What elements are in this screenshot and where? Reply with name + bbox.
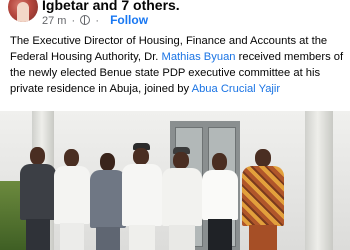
avatar[interactable] — [8, 0, 38, 22]
person-6 — [200, 153, 240, 250]
globe-icon — [80, 15, 91, 25]
post-photo[interactable] — [0, 111, 350, 250]
person-4 — [120, 143, 164, 250]
follow-button[interactable]: Follow — [110, 13, 148, 27]
mention-link-abua-crucial-yajir[interactable]: Abua Crucial Yajir — [192, 83, 281, 95]
person-2 — [52, 149, 92, 250]
meta-separator-2: · — [95, 15, 99, 27]
mention-link-mathias-byuan[interactable]: Mathias Byuan — [162, 51, 236, 63]
post-time[interactable]: 27 m — [42, 15, 66, 27]
person-5 — [160, 147, 204, 250]
post-meta: 27 m · · Follow — [42, 13, 148, 27]
post-header: Igbetar and 7 others. 27 m · · Follow — [0, 0, 350, 27]
post-author-names[interactable]: Igbetar and 7 others. — [42, 0, 180, 13]
post-text: The Executive Director of Housing, Finan… — [10, 33, 346, 97]
meta-separator: · — [71, 15, 76, 27]
person-7 — [240, 149, 286, 250]
